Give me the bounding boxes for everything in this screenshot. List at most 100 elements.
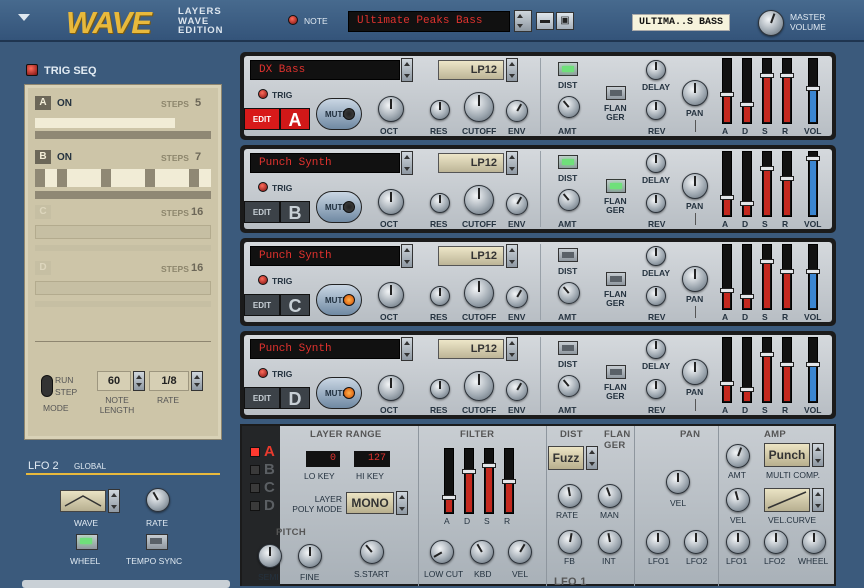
edit-button[interactable]: EDIT — [244, 294, 280, 316]
lfo2-rate-knob[interactable] — [146, 488, 170, 512]
filter-type-display[interactable]: LP12 — [438, 60, 504, 80]
poly-mode-display[interactable]: MONO — [346, 492, 394, 514]
pan-knob[interactable] — [682, 80, 708, 106]
volume-fader[interactable] — [806, 244, 820, 310]
pan-knob[interactable] — [682, 266, 708, 292]
dist-amt-knob[interactable] — [558, 282, 580, 304]
flanger-toggle[interactable] — [606, 179, 626, 193]
filter-type-spinner[interactable] — [506, 58, 518, 82]
amp-attack-fader[interactable] — [720, 244, 734, 310]
fine-knob[interactable] — [298, 544, 322, 568]
layer-sample-name[interactable]: Punch Synth — [250, 153, 400, 173]
amp-release-fader[interactable] — [780, 58, 794, 124]
flanger-toggle[interactable] — [606, 86, 626, 100]
flanger-toggle[interactable] — [606, 272, 626, 286]
delay-knob[interactable] — [646, 246, 666, 266]
dist-amt-knob[interactable] — [558, 375, 580, 397]
editor-channel-led[interactable] — [250, 465, 260, 475]
editor-channel-led[interactable] — [250, 447, 260, 457]
filter-type-spinner[interactable] — [506, 244, 518, 268]
amp-release-fader[interactable] — [780, 151, 794, 217]
cutoff-knob[interactable] — [464, 278, 494, 308]
flanger-rate-knob[interactable] — [558, 484, 582, 508]
dist-toggle[interactable] — [558, 155, 578, 169]
amp-decay-fader[interactable] — [740, 337, 754, 403]
amp-mode-display[interactable]: Punch — [764, 443, 810, 467]
rev-knob[interactable] — [646, 193, 666, 213]
rev-knob[interactable] — [646, 100, 666, 120]
lo-key-display[interactable]: 0 — [306, 451, 340, 467]
poly-mode-spinner[interactable] — [396, 491, 408, 515]
mode-switch[interactable] — [41, 375, 53, 397]
mute-button[interactable]: MUTE — [316, 98, 362, 130]
amp-sustain-fader[interactable] — [760, 244, 774, 310]
cutoff-knob[interactable] — [464, 371, 494, 401]
flanger-toggle[interactable] — [606, 365, 626, 379]
oct-knob[interactable] — [378, 189, 404, 215]
cutoff-knob[interactable] — [464, 92, 494, 122]
low-cut-knob[interactable] — [430, 540, 454, 564]
amp-sustain-fader[interactable] — [760, 337, 774, 403]
editor-channel-c[interactable]: C — [264, 479, 275, 496]
layer-sample-name[interactable]: Punch Synth — [250, 339, 400, 359]
amp-attack-fader[interactable] — [720, 151, 734, 217]
flanger-fb-knob[interactable] — [558, 530, 582, 554]
lfo2-wave-spinner[interactable] — [108, 489, 120, 513]
layer-letter-button[interactable]: D — [280, 387, 310, 409]
editor-channel-a[interactable]: A — [264, 443, 275, 460]
env-knob[interactable] — [506, 193, 528, 215]
flanger-man-knob[interactable] — [598, 484, 622, 508]
amp-release-fader[interactable] — [780, 244, 794, 310]
filter-vel-knob[interactable] — [508, 540, 532, 564]
patch-name-display[interactable]: Ultimate Peaks Bass — [348, 11, 510, 32]
layer-sample-name[interactable]: Punch Synth — [250, 246, 400, 266]
vel-curve-spinner[interactable] — [812, 488, 824, 512]
seq-channel-label[interactable]: B — [35, 150, 51, 164]
dist-toggle[interactable] — [558, 341, 578, 355]
edit-button[interactable]: EDIT — [244, 387, 280, 409]
res-knob[interactable] — [430, 286, 450, 306]
folder-icon[interactable]: ▬ — [536, 12, 554, 30]
env-knob[interactable] — [506, 379, 528, 401]
filter-type-display[interactable]: LP12 — [438, 246, 504, 266]
filter-env-fader[interactable] — [462, 448, 476, 514]
delay-knob[interactable] — [646, 153, 666, 173]
master-volume-knob[interactable] — [758, 10, 784, 36]
mute-button[interactable]: MUTE — [316, 284, 362, 316]
editor-channel-b[interactable]: B — [264, 461, 275, 478]
amp-decay-fader[interactable] — [740, 58, 754, 124]
layer-sample-spinner[interactable] — [401, 337, 413, 361]
filter-env-fader[interactable] — [502, 448, 516, 514]
oct-knob[interactable] — [378, 375, 404, 401]
amp-attack-fader[interactable] — [720, 337, 734, 403]
amp-release-fader[interactable] — [780, 337, 794, 403]
pan-lfo2-knob[interactable] — [684, 530, 708, 554]
layer-sample-name[interactable]: DX Bass — [250, 60, 400, 80]
note-length-display[interactable]: 60 — [97, 371, 131, 391]
layer-letter-button[interactable]: C — [280, 294, 310, 316]
delay-knob[interactable] — [646, 60, 666, 80]
volume-fader[interactable] — [806, 58, 820, 124]
env-knob[interactable] — [506, 100, 528, 122]
amp-sustain-fader[interactable] — [760, 151, 774, 217]
amp-mode-spinner[interactable] — [812, 443, 824, 467]
editor-channel-led[interactable] — [250, 501, 260, 511]
mute-button[interactable]: MUTE — [316, 191, 362, 223]
seq-pad-row[interactable] — [35, 225, 211, 239]
menu-triangle-icon[interactable] — [18, 14, 30, 21]
seq-pad-row[interactable] — [35, 281, 211, 295]
dist-amt-knob[interactable] — [558, 96, 580, 118]
rev-knob[interactable] — [646, 286, 666, 306]
res-knob[interactable] — [430, 193, 450, 213]
amp-decay-fader[interactable] — [740, 151, 754, 217]
dist-amt-knob[interactable] — [558, 189, 580, 211]
amp-lfo2-knob[interactable] — [764, 530, 788, 554]
amp-lfo1-knob[interactable] — [726, 530, 750, 554]
cutoff-knob[interactable] — [464, 185, 494, 215]
layer-letter-button[interactable]: B — [280, 201, 310, 223]
volume-fader[interactable] — [806, 337, 820, 403]
oct-knob[interactable] — [378, 96, 404, 122]
pan-knob[interactable] — [682, 173, 708, 199]
layer-sample-spinner[interactable] — [401, 244, 413, 268]
lfo2-wheel-toggle[interactable] — [76, 534, 98, 550]
